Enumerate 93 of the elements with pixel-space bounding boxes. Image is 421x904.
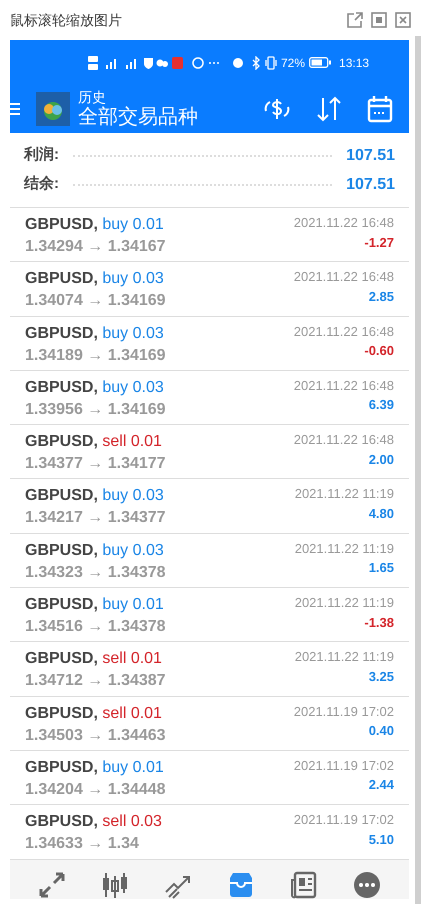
maximize-icon[interactable] <box>371 12 387 28</box>
trade-time: 2021.11.22 16:48 <box>294 214 394 232</box>
trade-prices: 1.34633 → 1.34 <box>25 834 140 854</box>
trade-prices: 1.34712 → 1.34387 <box>25 671 166 690</box>
trade-prices: 1.34189 → 1.34169 <box>25 346 166 365</box>
trade-symbol: GBPUSD, <box>25 650 98 668</box>
summary-label: 结余: <box>24 174 59 194</box>
chat-icon[interactable] <box>352 870 382 900</box>
trade-time: 2021.11.22 16:48 <box>294 376 394 395</box>
close-icon[interactable] <box>395 12 411 28</box>
trade-order: buy 0.03 <box>102 270 164 288</box>
trade-profit: -1.38 <box>364 614 394 632</box>
trade-time: 2021.11.19 17:02 <box>294 756 394 775</box>
trade-order: buy 0.03 <box>102 324 164 342</box>
trade-order: buy 0.01 <box>102 216 164 233</box>
trade-time: 2021.11.19 17:02 <box>294 811 394 830</box>
trade-row[interactable]: GBPUSD, buy 0.03 1.34323 → 1.34378 2021.11.22 11:19 1.65 <box>10 532 409 588</box>
app-logo-icon <box>36 92 70 126</box>
trade-profit: -1.27 <box>364 234 394 252</box>
trade-time: 2021.11.22 11:19 <box>294 485 394 504</box>
trade-time: 2021.11.22 11:19 <box>294 540 394 558</box>
trade-time: 2021.11.22 16:48 <box>294 268 394 286</box>
trade-profit: 6.39 <box>368 396 394 414</box>
trade-row[interactable]: GBPUSD, sell 0.01 1.34377 → 1.34177 2021.11.22 16:48 2.00 <box>10 424 409 478</box>
trade-profit: 2.00 <box>368 450 394 469</box>
trade-time: 2021.11.22 16:48 <box>294 431 394 450</box>
trade-order: sell 0.03 <box>102 813 162 830</box>
trade-order: buy 0.01 <box>102 596 164 614</box>
clock-time: 13:13 <box>339 54 370 72</box>
trade-row[interactable]: GBPUSD, buy 0.01 1.34204 → 1.34448 2021.11.19 17:02 2.44 <box>10 750 409 804</box>
trade-profit: -0.60 <box>364 342 394 360</box>
calendar-icon[interactable] <box>367 95 393 123</box>
trade-prices: 1.34516 → 1.34378 <box>25 617 166 636</box>
trade-row[interactable]: GBPUSD, buy 0.03 1.33956 → 1.34169 2021.11.22 16:48 6.39 <box>10 370 409 424</box>
trade-symbol: GBPUSD, <box>25 487 98 504</box>
trade-symbol: GBPUSD, <box>25 216 98 233</box>
trade-profit: 0.40 <box>368 722 394 740</box>
battery-percent: 72% <box>281 54 306 72</box>
trade-prices: 1.34217 → 1.34377 <box>25 508 166 528</box>
trade-prices: 1.34377 → 1.34177 <box>25 454 166 474</box>
trade-order: buy 0.03 <box>102 378 164 396</box>
menu-icon[interactable] <box>10 102 20 116</box>
arrows-icon[interactable] <box>36 870 67 900</box>
trade-prices: 1.34204 → 1.34448 <box>25 780 166 799</box>
trade-time: 2021.11.22 16:48 <box>294 322 394 341</box>
trade-row[interactable]: GBPUSD, buy 0.01 1.34516 → 1.34378 2021.11.22 11:19 -1.38 <box>10 587 409 642</box>
trade-symbol: GBPUSD, <box>25 596 98 614</box>
trade-order: sell 0.01 <box>102 650 162 668</box>
trade-symbol: GBPUSD, <box>25 542 98 559</box>
trade-row[interactable]: GBPUSD, buy 0.01 1.34294 → 1.34167 2021.11.22 16:48 -1.27 <box>10 207 409 262</box>
currency-exchange-icon[interactable] <box>263 96 291 122</box>
external-window-icon[interactable] <box>347 12 363 28</box>
sort-icon[interactable] <box>315 96 343 122</box>
trade-row[interactable]: GBPUSD, sell 0.01 1.34712 → 1.34387 2021.11.22 11:19 3.25 <box>10 641 409 696</box>
summary-value: 107.51 <box>346 146 395 166</box>
trade-order: sell 0.01 <box>102 704 162 722</box>
trade-prices: 1.34294 → 1.34167 <box>25 237 166 256</box>
trade-profit: 3.25 <box>368 668 394 686</box>
trade-order: buy 0.01 <box>102 758 164 776</box>
trade-row[interactable]: GBPUSD, buy 0.03 1.34189 → 1.34169 2021.11.22 16:48 -0.60 <box>10 316 409 370</box>
trade-order: buy 0.03 <box>102 542 164 559</box>
trade-symbol: GBPUSD, <box>25 758 98 776</box>
trade-order: buy 0.03 <box>102 487 164 504</box>
vibrate-icon <box>265 56 277 70</box>
trade-time: 2021.11.19 17:02 <box>294 702 394 721</box>
trade-profit: 5.10 <box>368 830 394 849</box>
summary-value: 107.51 <box>346 174 395 194</box>
trade-symbol: GBPUSD, <box>25 324 98 342</box>
window-title: 鼠标滚轮缩放图片 <box>10 10 122 30</box>
trade-profit: 2.85 <box>368 288 394 306</box>
trade-time: 2021.11.22 11:19 <box>294 648 394 666</box>
trade-prices: 1.34323 → 1.34378 <box>25 562 166 582</box>
bluetooth-icon <box>252 56 261 70</box>
trade-row[interactable]: GBPUSD, buy 0.03 1.34217 → 1.34377 2021.11.22 11:19 4.80 <box>10 478 409 533</box>
trade-row[interactable]: GBPUSD, sell 0.01 1.34503 → 1.34463 2021.11.19 17:02 0.40 <box>10 696 409 750</box>
trade-profit: 4.80 <box>368 504 394 523</box>
symbol-filter[interactable]: 全部交易品种 <box>78 105 198 129</box>
screen-title: 历史 <box>78 89 107 105</box>
trade-row[interactable]: GBPUSD, buy 0.03 1.34074 → 1.34169 2021.11.22 16:48 2.85 <box>10 261 409 316</box>
trade-profit: 1.65 <box>368 559 394 578</box>
trade-symbol: GBPUSD, <box>25 378 98 396</box>
trade-time: 2021.11.22 11:19 <box>294 594 394 612</box>
trade-prices: 1.34503 → 1.34463 <box>25 726 166 745</box>
trade-symbol: GBPUSD, <box>25 270 98 288</box>
trade-symbol: GBPUSD, <box>25 704 98 722</box>
trade-profit: 2.44 <box>368 776 394 794</box>
trade-symbol: GBPUSD, <box>25 813 98 830</box>
trade-prices: 1.34074 → 1.34169 <box>25 291 166 310</box>
summary-label: 利润: <box>24 145 59 166</box>
battery-icon <box>309 57 332 68</box>
trade-order: sell 0.01 <box>102 433 162 450</box>
trade-symbol: GBPUSD, <box>25 433 98 450</box>
trade-prices: 1.33956 → 1.34169 <box>25 400 166 419</box>
